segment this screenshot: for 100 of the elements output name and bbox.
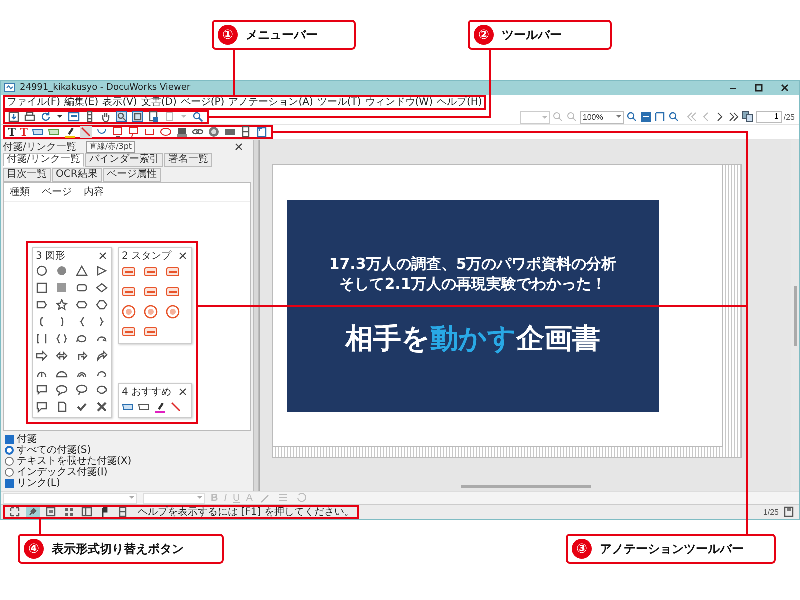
column-header[interactable]: ページ: [42, 185, 72, 199]
radio-button[interactable]: [5, 446, 14, 455]
shape-icon[interactable]: [36, 401, 48, 413]
shape-icon[interactable]: [76, 384, 88, 396]
tab[interactable]: バインダー索引: [85, 153, 164, 167]
bracket-icon[interactable]: [144, 126, 156, 138]
shape-icon[interactable]: [36, 350, 48, 362]
shape-icon[interactable]: [76, 401, 88, 413]
column-header[interactable]: 種類: [10, 185, 30, 199]
zoom-field[interactable]: 100%: [580, 110, 624, 124]
last-page-icon[interactable]: [728, 111, 740, 123]
menu-item[interactable]: 表示(V): [102, 97, 138, 108]
shape-icon[interactable]: [56, 384, 68, 396]
pages-icon[interactable]: [742, 111, 754, 123]
rectangle-icon[interactable]: [112, 126, 124, 138]
zoom-icon[interactable]: [626, 111, 638, 123]
line-icon[interactable]: [170, 401, 182, 413]
text-tool-button[interactable]: T: [8, 126, 16, 138]
fit-width-icon[interactable]: [640, 111, 652, 123]
shape-icon[interactable]: [76, 282, 88, 294]
stamp-icon[interactable]: [144, 285, 158, 299]
search-icon[interactable]: [192, 111, 204, 123]
menu-item[interactable]: ページ(P): [180, 97, 225, 108]
stamp-icon[interactable]: [122, 325, 136, 339]
shape-icon[interactable]: [96, 384, 108, 396]
view-mode-button[interactable]: [8, 507, 22, 517]
shape-icon[interactable]: [96, 299, 108, 311]
stamp-icon[interactable]: [166, 285, 180, 299]
highlighter-icon[interactable]: [154, 401, 166, 413]
shape-icon[interactable]: [56, 299, 68, 311]
stamp-icon[interactable]: [176, 126, 188, 138]
image-icon[interactable]: [224, 126, 236, 138]
shape-icon[interactable]: [96, 282, 108, 294]
menu-item[interactable]: 文書(D): [141, 97, 177, 108]
stamp-icon[interactable]: [144, 325, 158, 339]
radio-button[interactable]: [5, 457, 14, 466]
grayed-tool-icon[interactable]: [164, 111, 176, 123]
view-mode-button[interactable]: [62, 507, 76, 517]
stamp-icon[interactable]: [122, 285, 136, 299]
shape-icon[interactable]: [56, 333, 68, 345]
font-field[interactable]: [3, 492, 137, 504]
line-icon[interactable]: [80, 126, 92, 138]
close-icon[interactable]: [233, 140, 245, 152]
scrollbar-thumb[interactable]: [460, 485, 590, 488]
stamp-icon[interactable]: [122, 305, 136, 319]
zoom-icon[interactable]: [668, 111, 680, 123]
checkbox[interactable]: [5, 479, 14, 488]
menu-item[interactable]: ファイル(F): [7, 97, 61, 108]
dropdown-field[interactable]: [520, 110, 550, 124]
menu-item[interactable]: 編集(E): [64, 97, 99, 108]
checkbox[interactable]: [5, 435, 14, 444]
download-icon[interactable]: [8, 111, 20, 123]
ellipse-icon[interactable]: [160, 126, 172, 138]
page-frame-icon[interactable]: [240, 126, 252, 138]
view-mode-button[interactable]: [44, 507, 58, 517]
tab[interactable]: OCR結果: [52, 168, 102, 182]
stamp-icon[interactable]: [166, 265, 180, 279]
tab[interactable]: 目次一覧: [3, 168, 51, 182]
zoom-area-icon[interactable]: [116, 111, 128, 123]
shape-icon[interactable]: [36, 384, 48, 396]
radio-button[interactable]: [5, 468, 14, 477]
close-icon[interactable]: [178, 251, 188, 261]
highlighter-icon[interactable]: [64, 126, 76, 138]
view-mode-button[interactable]: [80, 507, 94, 517]
rotate-icon[interactable]: [40, 111, 52, 123]
text-tool-button[interactable]: T: [20, 126, 28, 138]
shape-icon[interactable]: [36, 299, 48, 311]
shape-icon[interactable]: [76, 265, 88, 277]
stamp-icon[interactable]: [122, 265, 136, 279]
column-header[interactable]: 内容: [84, 185, 104, 199]
tab[interactable]: 署名一覧: [164, 153, 212, 167]
hand-icon[interactable]: [100, 111, 112, 123]
shape-icon[interactable]: [96, 265, 108, 277]
close-icon[interactable]: [98, 251, 108, 261]
shape-icon[interactable]: [76, 350, 88, 362]
page-split-icon[interactable]: [132, 111, 144, 123]
tab[interactable]: ページ属性: [102, 168, 161, 182]
shape-icon[interactable]: [36, 265, 48, 277]
stamp-icon[interactable]: [144, 305, 158, 319]
stamp-icon[interactable]: [144, 265, 158, 279]
shape-icon[interactable]: [76, 299, 88, 311]
fit-height-icon[interactable]: [654, 111, 666, 123]
shape-icon[interactable]: [36, 282, 48, 294]
maximize-icon[interactable]: [753, 82, 765, 94]
tab[interactable]: 付箋/リンク一覧: [3, 153, 84, 167]
menu-item[interactable]: ツール(T): [317, 97, 362, 108]
menu-item[interactable]: ウィンドウ(W): [365, 97, 433, 108]
print-icon[interactable]: [24, 111, 36, 123]
close-icon[interactable]: [779, 82, 791, 94]
close-icon[interactable]: [178, 387, 188, 397]
fit-page-icon[interactable]: [68, 111, 80, 123]
shape-icon[interactable]: [96, 401, 108, 413]
balloon-icon[interactable]: [128, 126, 140, 138]
seal-icon[interactable]: [208, 126, 220, 138]
shape-icon[interactable]: [36, 333, 48, 345]
shape-icon[interactable]: [76, 333, 88, 345]
shape-icon[interactable]: [56, 401, 68, 413]
menu-item[interactable]: ヘルプ(H): [436, 97, 482, 108]
shape-icon[interactable]: [56, 265, 68, 277]
page-number-field[interactable]: 1: [756, 111, 782, 123]
